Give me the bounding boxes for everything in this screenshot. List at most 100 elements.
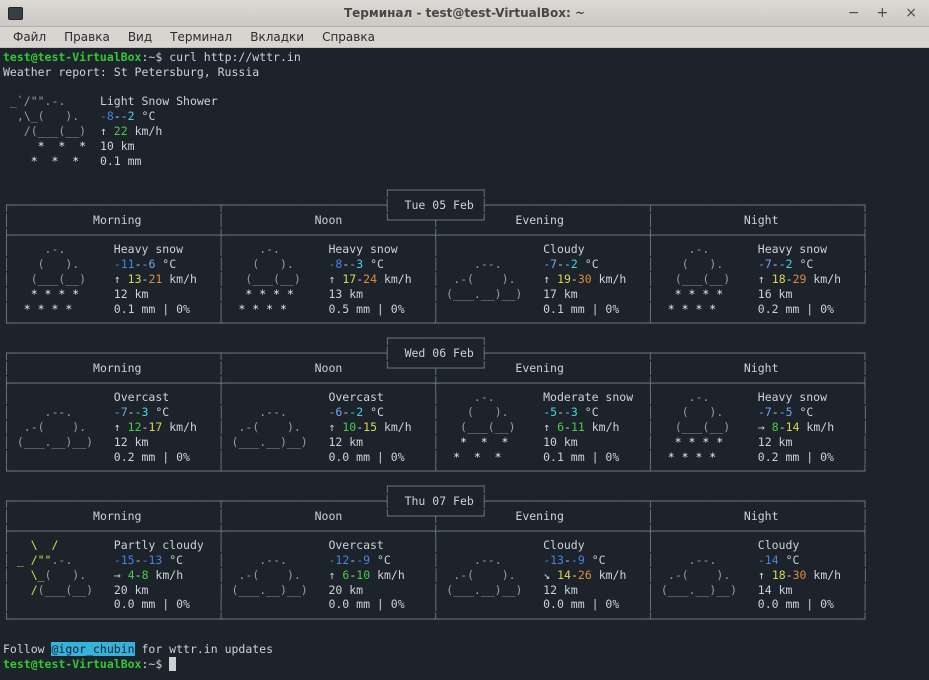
terminal-text: 18: [772, 568, 786, 582]
terminal-text: Noon: [225, 361, 384, 375]
titlebar[interactable]: Терминал - test@test-VirtualBox: ~ − + ×: [0, 0, 929, 27]
terminal-text: * * * *: [10, 287, 114, 301]
terminal-text: ↑: [114, 420, 128, 434]
terminal-text: │: [218, 287, 225, 301]
terminal-text: km/h: [806, 272, 861, 286]
terminal-text: [439, 597, 543, 611]
terminal-text: -7: [758, 405, 772, 419]
terminal-text: │: [647, 257, 654, 271]
terminal-text: -: [135, 257, 142, 271]
terminal-text: ├───────────────────────┬───────────────…: [481, 494, 869, 508]
terminal-text: │: [218, 509, 225, 523]
terminal-text: -6: [329, 405, 343, 419]
terminal-line: │ * * * * 0.1 mm | 0% │ * * * * 0.5 mm |…: [3, 302, 929, 317]
terminal-text: test@test-VirtualBox: [3, 657, 141, 671]
menu-item-view[interactable]: Вид: [119, 27, 161, 47]
terminal-line: │ Morning │ Noon └──────┬──────┘ Evening…: [3, 213, 929, 228]
terminal-text: -: [772, 405, 779, 419]
menu-item-file[interactable]: Файл: [4, 27, 55, 47]
window-controls: − + ×: [848, 0, 929, 26]
terminal-output[interactable]: test@test-VirtualBox:~$ curl http://wttr…: [0, 48, 929, 680]
terminal-text: └──────┬──────┘: [384, 213, 488, 227]
terminal-text: [225, 538, 329, 552]
terminal-text: │: [862, 302, 869, 316]
terminal-line: │ .-( ). ↑ 12-17 km/h │ .-( ). ↑ 10-15 k…: [3, 420, 929, 435]
terminal-text: │: [647, 272, 654, 286]
terminal-text: ↑: [543, 272, 557, 286]
terminal-text: 12 km: [114, 287, 218, 301]
terminal-text: ↑: [543, 420, 557, 434]
terminal-text: (___.__)__): [10, 435, 114, 449]
terminal-line: ├──────────────────────────────┼────────…: [3, 376, 929, 391]
terminal-text: _`/"".-.: [3, 94, 100, 108]
terminal-text: │: [862, 272, 869, 286]
menu-item-tabs[interactable]: Вкладки: [241, 27, 313, 47]
terminal-text: (___(__): [654, 420, 758, 434]
close-button[interactable]: ×: [905, 0, 917, 26]
terminal-text: * * * *: [654, 302, 758, 316]
terminal-text: .-.: [654, 242, 758, 256]
terminal-text: 12 km: [758, 435, 862, 449]
terminal-window: Терминал - test@test-VirtualBox: ~ − + ×…: [0, 0, 929, 680]
terminal-line: ,\_( ). -8--2 °C: [3, 109, 929, 124]
terminal-text: 13 km: [328, 287, 432, 301]
terminal-text: [10, 450, 114, 464]
terminal-text: -5: [779, 405, 793, 419]
terminal-text: .-( ).: [225, 420, 329, 434]
terminal-text: [225, 450, 329, 464]
maximize-button[interactable]: +: [877, 0, 889, 26]
terminal-line: │ /(___(__) 20 km │ (___.__)__) 20 km │ …: [3, 583, 929, 598]
terminal-text: │: [218, 213, 225, 227]
terminal-text: Morning: [10, 213, 218, 227]
terminal-text: │: [218, 583, 225, 597]
terminal-line: │ .-. Heavy snow │ .-. Heavy snow │ Clou…: [3, 242, 929, 257]
terminal-text: Cloudy: [543, 242, 647, 256]
terminal-line: └──────────────────────────────┴────────…: [3, 316, 929, 331]
terminal-text: -8: [100, 109, 114, 123]
terminal-text: .--.: [439, 553, 543, 567]
terminal-text: .--.: [225, 405, 329, 419]
terminal-text: [10, 583, 31, 597]
terminal-text: * * *: [3, 154, 100, 168]
terminal-text: 0.2 mm | 0%: [114, 450, 218, 464]
terminal-text: -9: [356, 553, 370, 567]
menu-item-terminal[interactable]: Терминал: [161, 27, 241, 47]
terminal-text: └──────┬──────┘: [384, 361, 488, 375]
terminal-text: °C: [135, 109, 156, 123]
terminal-text: -: [571, 568, 578, 582]
terminal-text: 10 km: [543, 435, 647, 449]
terminal-text: │: [3, 568, 10, 582]
terminal-line: ┌──────────────────────────────┬────────…: [3, 346, 929, 361]
terminal-text: -2: [779, 257, 793, 271]
terminal-text: 24: [363, 272, 377, 286]
terminal-text: │: [862, 597, 869, 611]
terminal-text: * * *: [3, 139, 100, 153]
terminal-text: Partly cloudy: [114, 538, 218, 552]
minimize-button[interactable]: −: [848, 0, 860, 26]
terminal-text: │: [647, 390, 654, 404]
terminal-cursor: [169, 657, 176, 671]
terminal-text: 12 km: [114, 435, 218, 449]
terminal-text: °C: [793, 405, 862, 419]
menu-item-help[interactable]: Справка: [313, 27, 384, 47]
terminal-text: °C: [363, 257, 432, 271]
terminal-text: .-.: [51, 553, 72, 567]
terminal-line: test@test-VirtualBox:~$: [3, 657, 929, 672]
terminal-text: °C: [363, 405, 432, 419]
terminal-text: │: [218, 302, 225, 316]
wttr-follow-link[interactable]: @igor_chubin: [51, 642, 134, 656]
terminal-text: Wed 06 Feb: [391, 346, 481, 360]
terminal-text: Overcast: [328, 538, 432, 552]
menu-item-edit[interactable]: Правка: [55, 27, 119, 47]
terminal-text: * * * *: [10, 302, 114, 316]
terminal-text: │: [862, 420, 869, 434]
terminal-text: /: [31, 583, 38, 597]
terminal-text: Cloudy: [543, 538, 647, 552]
terminal-text: 13: [128, 272, 142, 286]
terminal-text: 17: [148, 420, 162, 434]
terminal-text: │: [647, 302, 654, 316]
terminal-text: km/h: [128, 124, 163, 138]
terminal-text: -: [114, 109, 121, 123]
terminal-line: [3, 80, 929, 95]
terminal-text: .-( ).: [654, 568, 758, 582]
